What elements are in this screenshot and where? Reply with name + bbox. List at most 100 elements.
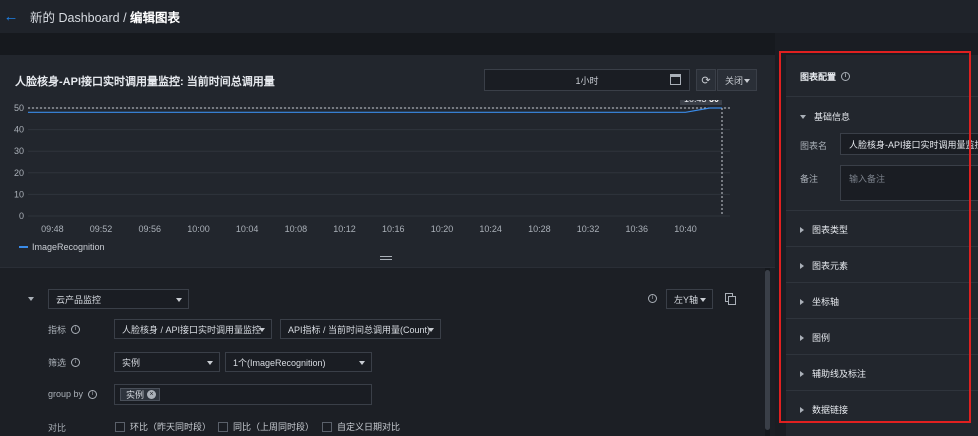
compare-week-checkbox[interactable]: 同比（上周同时段）	[218, 420, 314, 433]
metric-name-value: API指标 / 当前时间总调用量(Count)	[288, 324, 431, 335]
yaxis-select[interactable]: 左Y轴	[666, 289, 713, 309]
refresh-icon[interactable]: ⟳	[696, 69, 716, 91]
section-legend[interactable]: 图例	[800, 331, 830, 344]
chart-config-panel: 图表配置 i 基础信息 图表名 人脸核身-API接口实时调用量监控 备注 输入备注…	[786, 55, 978, 436]
metric-name-select[interactable]: API指标 / 当前时间总调用量(Count)	[280, 319, 441, 339]
chart-title: 人脸核身-API接口实时调用量监控: 当前时间总调用量	[15, 76, 275, 88]
checkbox-box[interactable]	[322, 421, 332, 432]
section-label: 图表元素	[812, 261, 849, 271]
chevron-down-icon	[700, 298, 706, 302]
section-label: 图例	[812, 333, 831, 343]
calendar-icon	[670, 74, 681, 85]
toolbar-band	[0, 33, 775, 55]
x-tick-label: 10:04	[236, 224, 259, 234]
checkbox-box[interactable]	[218, 421, 228, 432]
caret-right-icon	[800, 370, 804, 377]
section-chart-elements[interactable]: 图表元素	[800, 259, 848, 272]
section-data-links[interactable]: 数据链接	[800, 403, 848, 416]
y-tick-label: 50	[14, 103, 24, 113]
section-chart-type[interactable]: 图表类型	[800, 223, 848, 236]
chart-legend[interactable]: ImageRecognition	[19, 242, 105, 252]
tag-remove-icon[interactable]: ×	[147, 390, 157, 399]
divider	[786, 354, 978, 355]
caret-down-icon	[800, 114, 806, 119]
y-tick-label: 40	[14, 125, 24, 135]
note-label: 备注	[800, 174, 819, 184]
y-tick-label: 30	[14, 146, 24, 156]
breadcrumb-current: 编辑图表	[130, 11, 181, 25]
x-tick-label: 10:40	[674, 224, 697, 234]
section-basic-info[interactable]: 基础信息	[800, 110, 850, 123]
info-icon[interactable]: i	[71, 325, 81, 334]
divider	[786, 390, 978, 391]
x-tick-label: 09:48	[41, 224, 64, 234]
filter-value-select[interactable]: 1个(ImageRecognition)	[225, 352, 372, 372]
breadcrumb: 新的 Dashboard / 编辑图表	[30, 7, 180, 26]
breadcrumb-parent[interactable]: 新的 Dashboard	[30, 11, 120, 25]
chart-preview-panel: 人脸核身-API接口实时调用量监控: 当前时间总调用量 1小时 ⟳ 关闭 0 10…	[0, 55, 775, 267]
groupby-tag-label: 实例	[126, 390, 145, 400]
filter-dimension-value: 实例	[122, 357, 141, 368]
groupby-input[interactable]: 实例 ×	[114, 384, 372, 405]
tooltip-value: 50	[709, 100, 719, 104]
scrollbar[interactable]	[765, 268, 770, 436]
caret-right-icon	[800, 262, 804, 269]
chevron-down-icon	[207, 361, 213, 365]
line-chart: 0 10 20 30 40 50 09:48 09:52 09:56 10:00 10:04 10:0…	[14, 100, 730, 234]
info-icon[interactable]: i	[71, 358, 81, 367]
series-line	[28, 107, 722, 113]
metric-product-value: 人脸核身 / API接口实时调用量监控	[122, 324, 262, 335]
compare-custom-label: 自定义日期对比	[337, 422, 401, 432]
x-tick-label: 09:56	[138, 224, 161, 234]
chart-name-input[interactable]: 人脸核身-API接口实时调用量监控	[840, 133, 978, 155]
note-input[interactable]: 输入备注	[840, 165, 978, 201]
x-tick-label: 10:28	[528, 224, 551, 234]
auto-refresh-value: 关闭	[725, 75, 744, 86]
top-bar: ← 新的 Dashboard / 编辑图表	[0, 0, 978, 33]
info-icon[interactable]: i	[648, 294, 657, 303]
resize-handle[interactable]	[380, 256, 392, 260]
groupby-label-row: group by i	[48, 389, 98, 399]
yaxis-value: 左Y轴	[674, 294, 699, 305]
section-guides[interactable]: 辅助线及标注	[800, 367, 866, 380]
x-tick-label: 10:20	[431, 224, 454, 234]
tooltip-time: 10:43	[684, 100, 707, 104]
divider	[786, 246, 978, 247]
back-arrow-icon[interactable]: ←	[0, 0, 22, 33]
time-range-picker[interactable]: 1小时	[484, 69, 690, 91]
legend-label: ImageRecognition	[32, 242, 105, 252]
x-tick-label: 10:36	[626, 224, 649, 234]
caret-right-icon	[800, 226, 804, 233]
time-range-value: 1小时	[575, 75, 599, 86]
compare-custom-checkbox[interactable]: 自定义日期对比	[322, 420, 400, 433]
scrollbar-thumb[interactable]	[765, 270, 770, 430]
filter-label-row: 筛选 i	[48, 356, 81, 369]
data-source-value: 云产品监控	[56, 294, 102, 305]
copy-icon[interactable]	[725, 293, 736, 305]
x-tick-label: 09:52	[90, 224, 113, 234]
x-tick-label: 10:12	[333, 224, 356, 234]
section-basic-info-label: 基础信息	[814, 112, 851, 122]
auto-refresh-select[interactable]: 关闭	[717, 69, 757, 91]
metric-label-row: 指标 i	[48, 323, 81, 336]
collapse-caret-icon[interactable]	[28, 297, 34, 301]
compare-day-checkbox[interactable]: 环比（昨天同时段）	[115, 420, 211, 433]
checkbox-box[interactable]	[115, 421, 125, 432]
info-icon[interactable]: i	[88, 389, 98, 399]
section-axis[interactable]: 坐标轴	[800, 295, 839, 308]
metric-product-select[interactable]: 人脸核身 / API接口实时调用量监控	[114, 319, 272, 339]
y-tick-label: 10	[14, 189, 24, 199]
chevron-down-icon	[428, 328, 434, 332]
chevron-down-icon	[359, 361, 365, 365]
divider	[786, 210, 978, 211]
chart-name-label: 图表名	[800, 141, 828, 151]
caret-right-icon	[800, 334, 804, 341]
divider	[786, 96, 978, 97]
data-source-select[interactable]: 云产品监控	[48, 289, 189, 309]
x-tick-label: 10:16	[382, 224, 405, 234]
filter-dimension-select[interactable]: 实例	[114, 352, 220, 372]
info-icon[interactable]: i	[841, 72, 851, 81]
section-label: 坐标轴	[812, 297, 840, 307]
filter-label: 筛选	[48, 358, 67, 368]
breadcrumb-separator: /	[119, 11, 131, 25]
